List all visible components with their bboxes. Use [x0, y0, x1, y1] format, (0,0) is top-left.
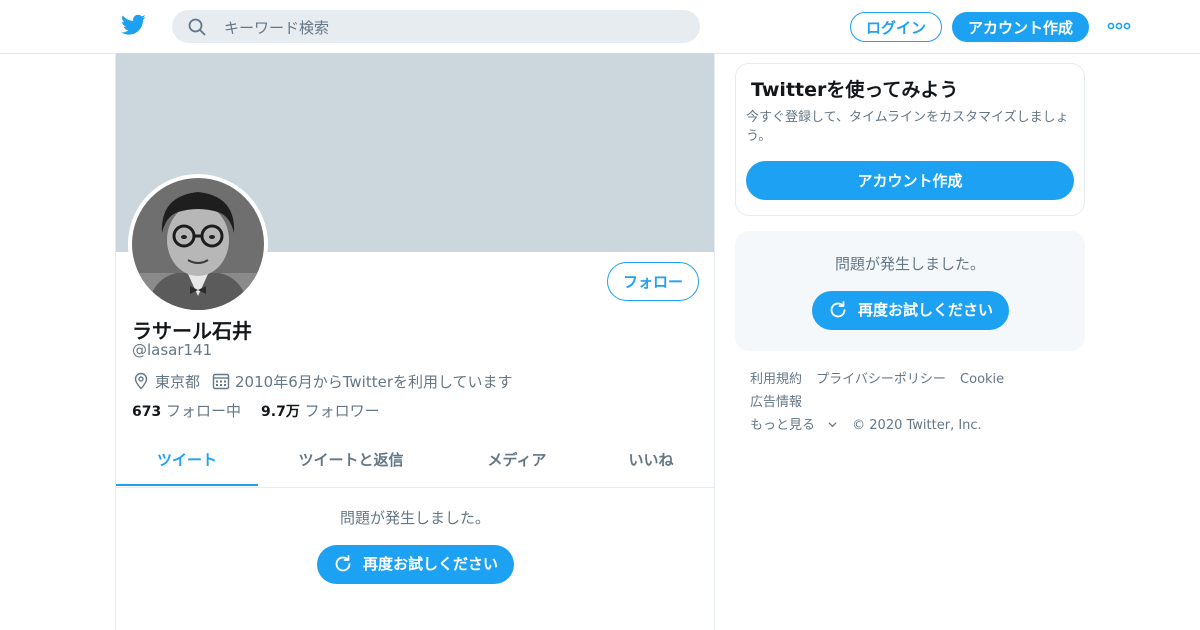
- tab-likes[interactable]: いいね: [606, 435, 696, 486]
- sidebar-error-panel: 問題が発生しました。 再度お試しください: [735, 231, 1085, 351]
- location-text: 東京都: [155, 372, 201, 391]
- followers-label: フォロワー: [304, 402, 380, 420]
- signup-card-description: 今すぐ登録して、タイムラインをカスタマイズしましょう。: [746, 110, 1069, 144]
- followers-link[interactable]: 9.7万 フォロワー: [261, 402, 380, 420]
- footer-links: 利用規約 プライバシーポリシー Cookie 広告情報 もっと見る © 2020…: [750, 368, 1080, 437]
- following-link[interactable]: 673 フォロー中: [132, 402, 241, 420]
- following-label: フォロー中: [166, 402, 242, 420]
- sidebar-retry-label: 再度お試しください: [857, 301, 993, 319]
- follow-button[interactable]: フォロー: [607, 262, 699, 301]
- top-header: ログイン アカウント作成: [0, 0, 1200, 54]
- chevron-down-icon: [828, 422, 837, 428]
- sidebar-signup-button[interactable]: アカウント作成: [746, 161, 1074, 200]
- twitter-logo-icon[interactable]: [121, 14, 146, 36]
- footer-copyright: © 2020 Twitter, Inc.: [852, 418, 982, 433]
- calendar-icon: [212, 373, 230, 390]
- avatar-photo: [132, 178, 264, 310]
- footer-more-link[interactable]: もっと見る: [750, 418, 838, 433]
- sidebar-error-text: 問題が発生しました。: [834, 255, 985, 273]
- profile-column: フォロー ラサール石井 @lasar141 東京都 2010年6月からTwitt…: [115, 53, 715, 630]
- search-icon: [188, 18, 206, 36]
- timeline-error-text: 問題が発生しました。: [339, 509, 490, 527]
- following-count: 673: [132, 404, 162, 420]
- footer-terms-link[interactable]: 利用規約: [750, 372, 802, 387]
- refresh-icon: [830, 301, 846, 318]
- profile-tabs: ツイート ツイートと返信 メディア いいね: [116, 435, 714, 488]
- tab-tweets-replies[interactable]: ツイートと返信: [276, 435, 426, 486]
- tab-media[interactable]: メディア: [456, 435, 578, 486]
- signup-card-title: Twitterを使ってみよう: [751, 79, 959, 101]
- footer-cookie-link[interactable]: Cookie: [960, 372, 1004, 387]
- search-input[interactable]: [222, 10, 686, 45]
- more-dots-icon[interactable]: [1107, 18, 1131, 34]
- signup-button[interactable]: アカウント作成: [952, 12, 1089, 42]
- footer-more-label: もっと見る: [750, 418, 816, 433]
- footer-ads-link[interactable]: 広告情報: [750, 395, 802, 410]
- user-handle: @lasar141: [132, 341, 213, 359]
- login-button[interactable]: ログイン: [850, 12, 942, 42]
- follow-stats: 673 フォロー中 9.7万 フォロワー: [132, 400, 380, 421]
- timeline-retry-button[interactable]: 再度お試しください: [317, 545, 514, 584]
- joined-text: 2010年6月からTwitterを利用しています: [235, 372, 513, 391]
- search-bar: [172, 10, 700, 45]
- timeline-retry-label: 再度お試しください: [362, 555, 498, 573]
- followers-count: 9.7万: [261, 404, 300, 420]
- signup-card: Twitterを使ってみよう 今すぐ登録して、タイムラインをカスタマイズしましょ…: [735, 63, 1085, 216]
- footer-privacy-link[interactable]: プライバシーポリシー: [816, 372, 946, 387]
- refresh-icon: [335, 555, 351, 572]
- sidebar-retry-button[interactable]: 再度お試しください: [812, 291, 1009, 330]
- avatar[interactable]: [128, 174, 268, 314]
- location-icon: [134, 372, 148, 390]
- tab-tweets[interactable]: ツイート: [116, 435, 258, 486]
- profile-meta: 東京都 2010年6月からTwitterを利用しています: [132, 371, 513, 391]
- display-name: ラサール石井: [132, 319, 252, 343]
